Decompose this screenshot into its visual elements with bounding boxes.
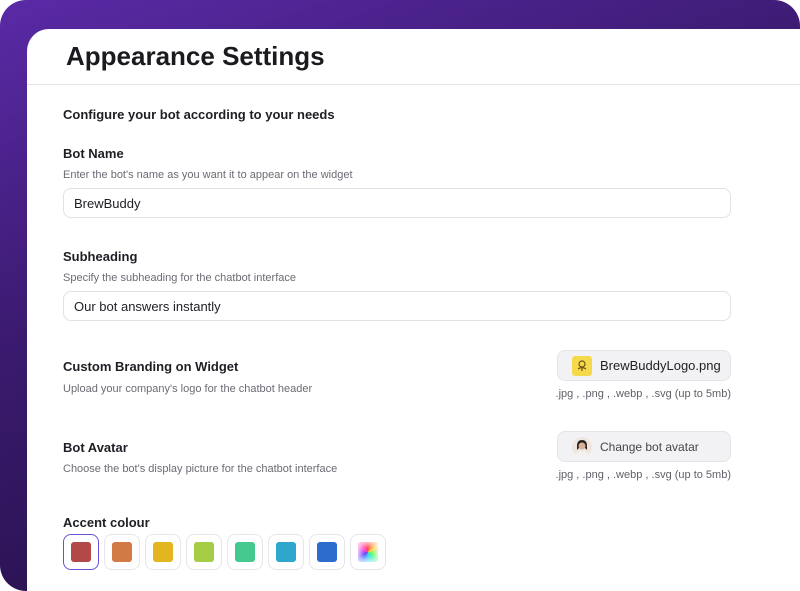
accent-swatch-list <box>63 534 386 570</box>
subheading-input[interactable] <box>63 291 731 321</box>
logo-file-name: BrewBuddyLogo.png <box>600 358 721 373</box>
logo-upload-button[interactable]: BrewBuddyLogo.png <box>557 350 731 381</box>
accent-swatch[interactable] <box>104 534 140 570</box>
color-chip <box>276 542 296 562</box>
avatar-description: Choose the bot's display picture for the… <box>63 463 338 475</box>
subheading-description: Specify the subheading for the chatbot i… <box>63 272 296 284</box>
bot-name-description: Enter the bot's name as you want it to a… <box>63 169 353 181</box>
color-chip <box>71 542 91 562</box>
accent-swatch[interactable] <box>63 534 99 570</box>
avatar-label: Bot Avatar <box>63 440 128 455</box>
bot-name-label: Bot Name <box>63 146 124 161</box>
brand-logo-icon <box>572 355 592 376</box>
accent-swatch[interactable] <box>186 534 222 570</box>
avatar-file-hint: .jpg , .png , .webp , .svg (up to 5mb) <box>555 469 731 481</box>
avatar-icon <box>572 436 592 457</box>
accent-swatch[interactable] <box>145 534 181 570</box>
accent-swatch[interactable] <box>227 534 263 570</box>
color-chip <box>235 542 255 562</box>
accent-colour-label: Accent colour <box>63 515 150 530</box>
settings-panel: Appearance Settings Configure your bot a… <box>27 29 800 591</box>
change-avatar-button[interactable]: Change bot avatar <box>557 431 731 462</box>
color-chip <box>194 542 214 562</box>
accent-swatch-custom[interactable] <box>350 534 386 570</box>
bot-name-input[interactable] <box>63 188 731 218</box>
accent-swatch[interactable] <box>309 534 345 570</box>
color-chip <box>112 542 132 562</box>
accent-swatch[interactable] <box>268 534 304 570</box>
color-picker-icon <box>358 542 378 562</box>
branding-description: Upload your company's logo for the chatb… <box>63 383 313 395</box>
branding-label: Custom Branding on Widget <box>63 359 239 374</box>
page-header: Appearance Settings <box>27 29 800 85</box>
logo-file-hint: .jpg , .png , .webp , .svg (up to 5mb) <box>555 388 731 400</box>
subheading-label: Subheading <box>63 249 138 264</box>
color-chip <box>317 542 337 562</box>
intro-text: Configure your bot according to your nee… <box>63 107 335 122</box>
page-title: Appearance Settings <box>66 41 325 71</box>
color-chip <box>153 542 173 562</box>
change-avatar-label: Change bot avatar <box>600 439 699 454</box>
